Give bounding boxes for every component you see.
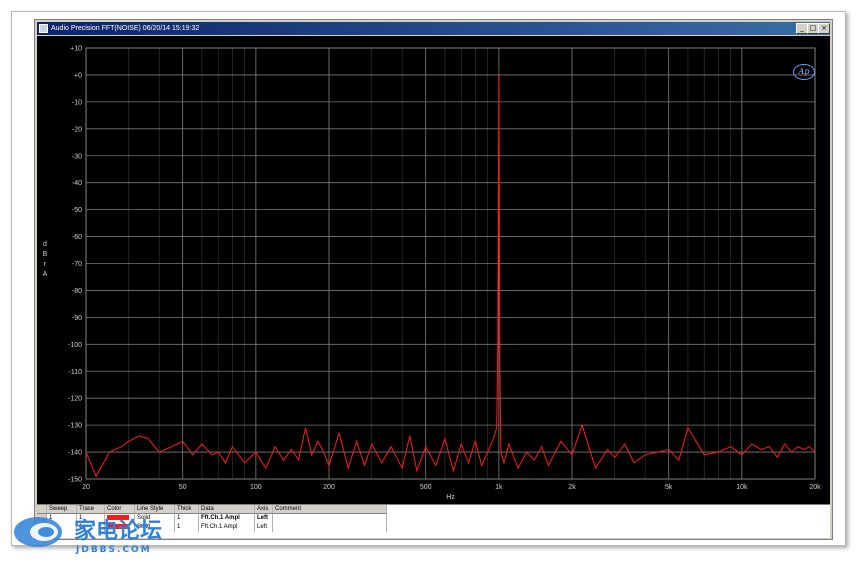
jdbbs-watermark: 家电论坛 JDBBS.COM [10,510,200,558]
column-header[interactable]: Data [199,505,255,514]
y-tick-label: -80 [72,288,82,295]
x-tick-label: 2k [568,484,576,491]
x-tick-label: 20 [82,484,90,491]
y-tick-label: -50 [72,207,82,214]
y-tick-label: -60 [72,234,82,241]
close-button[interactable]: × [818,23,830,34]
jdbbs-logo-icon: 家电论坛 JDBBS.COM [14,517,162,555]
y-tick-label: +0 [74,72,82,79]
axis-cell[interactable]: Left [255,523,273,532]
y-tick-label: -150 [68,477,82,484]
y-tick-label: +10 [70,46,82,53]
y-tick-label: -20 [72,126,82,133]
axis-cell[interactable]: Left [255,514,273,523]
window-title: Audio Precision FFT(NOISE) 06/20/14 15:1… [51,25,200,32]
x-tick-label: 20k [809,484,821,491]
analyzer-window: Audio Precision FFT(NOISE) 06/20/14 15:1… [34,19,833,540]
column-header[interactable]: Comment [273,505,387,514]
data-cell[interactable]: Fft.Ch.1 Ampl [199,514,255,523]
x-tick-label: 100 [250,484,262,491]
y-axis-label-char: A [42,271,48,278]
x-tick-label: 5k [665,484,673,491]
fft-chart: 20 50 100 200 500 1k 2k 5k 10k 20k +10 +0 -10 -20 -30 -… [68,46,821,502]
column-header[interactable]: Axis [255,505,273,514]
app-icon [39,24,48,33]
y-tick-label: -40 [72,180,82,187]
x-tick-label: 50 [179,484,187,491]
y-tick-label: -110 [69,369,83,376]
y-tick-label: -120 [68,396,82,403]
y-axis-label-char: B [42,251,48,258]
x-tick-label: 10k [736,484,748,491]
y-tick-label: -100 [68,342,82,349]
x-axis-label: Hz [446,494,455,501]
y-tick-label: -140 [68,450,82,457]
y-tick-label: -10 [72,99,82,106]
y-axis-label-letter: dBrA [41,241,49,281]
y-tick-label: -30 [72,153,82,160]
ap-logo-icon: Ap [793,64,815,80]
y-tick-label: -90 [72,315,82,322]
y-axis-label-char: d [43,241,47,248]
title-bar[interactable]: Audio Precision FFT(NOISE) 06/20/14 15:1… [37,22,830,35]
watermark-brand: 家电论坛 [74,518,162,544]
data-cell[interactable]: Fft.Ch.1 Ampl [199,523,255,532]
comment-cell[interactable] [273,514,387,523]
x-tick-label: 500 [420,484,432,491]
y-axis-label-char: r [43,261,47,268]
x-tick-label: 1k [495,484,503,491]
x-tick-label: 200 [323,484,335,491]
watermark-site: JDBBS.COM [75,545,152,555]
comment-cell[interactable] [273,523,387,532]
fft-plot-area: 20 50 100 200 500 1k 2k 5k 10k 20k +10 +0 -10 -20 -30 -… [37,36,830,504]
y-tick-label: -70 [72,261,82,268]
y-tick-label: -130 [68,423,82,430]
fft-trace-line [85,74,816,478]
